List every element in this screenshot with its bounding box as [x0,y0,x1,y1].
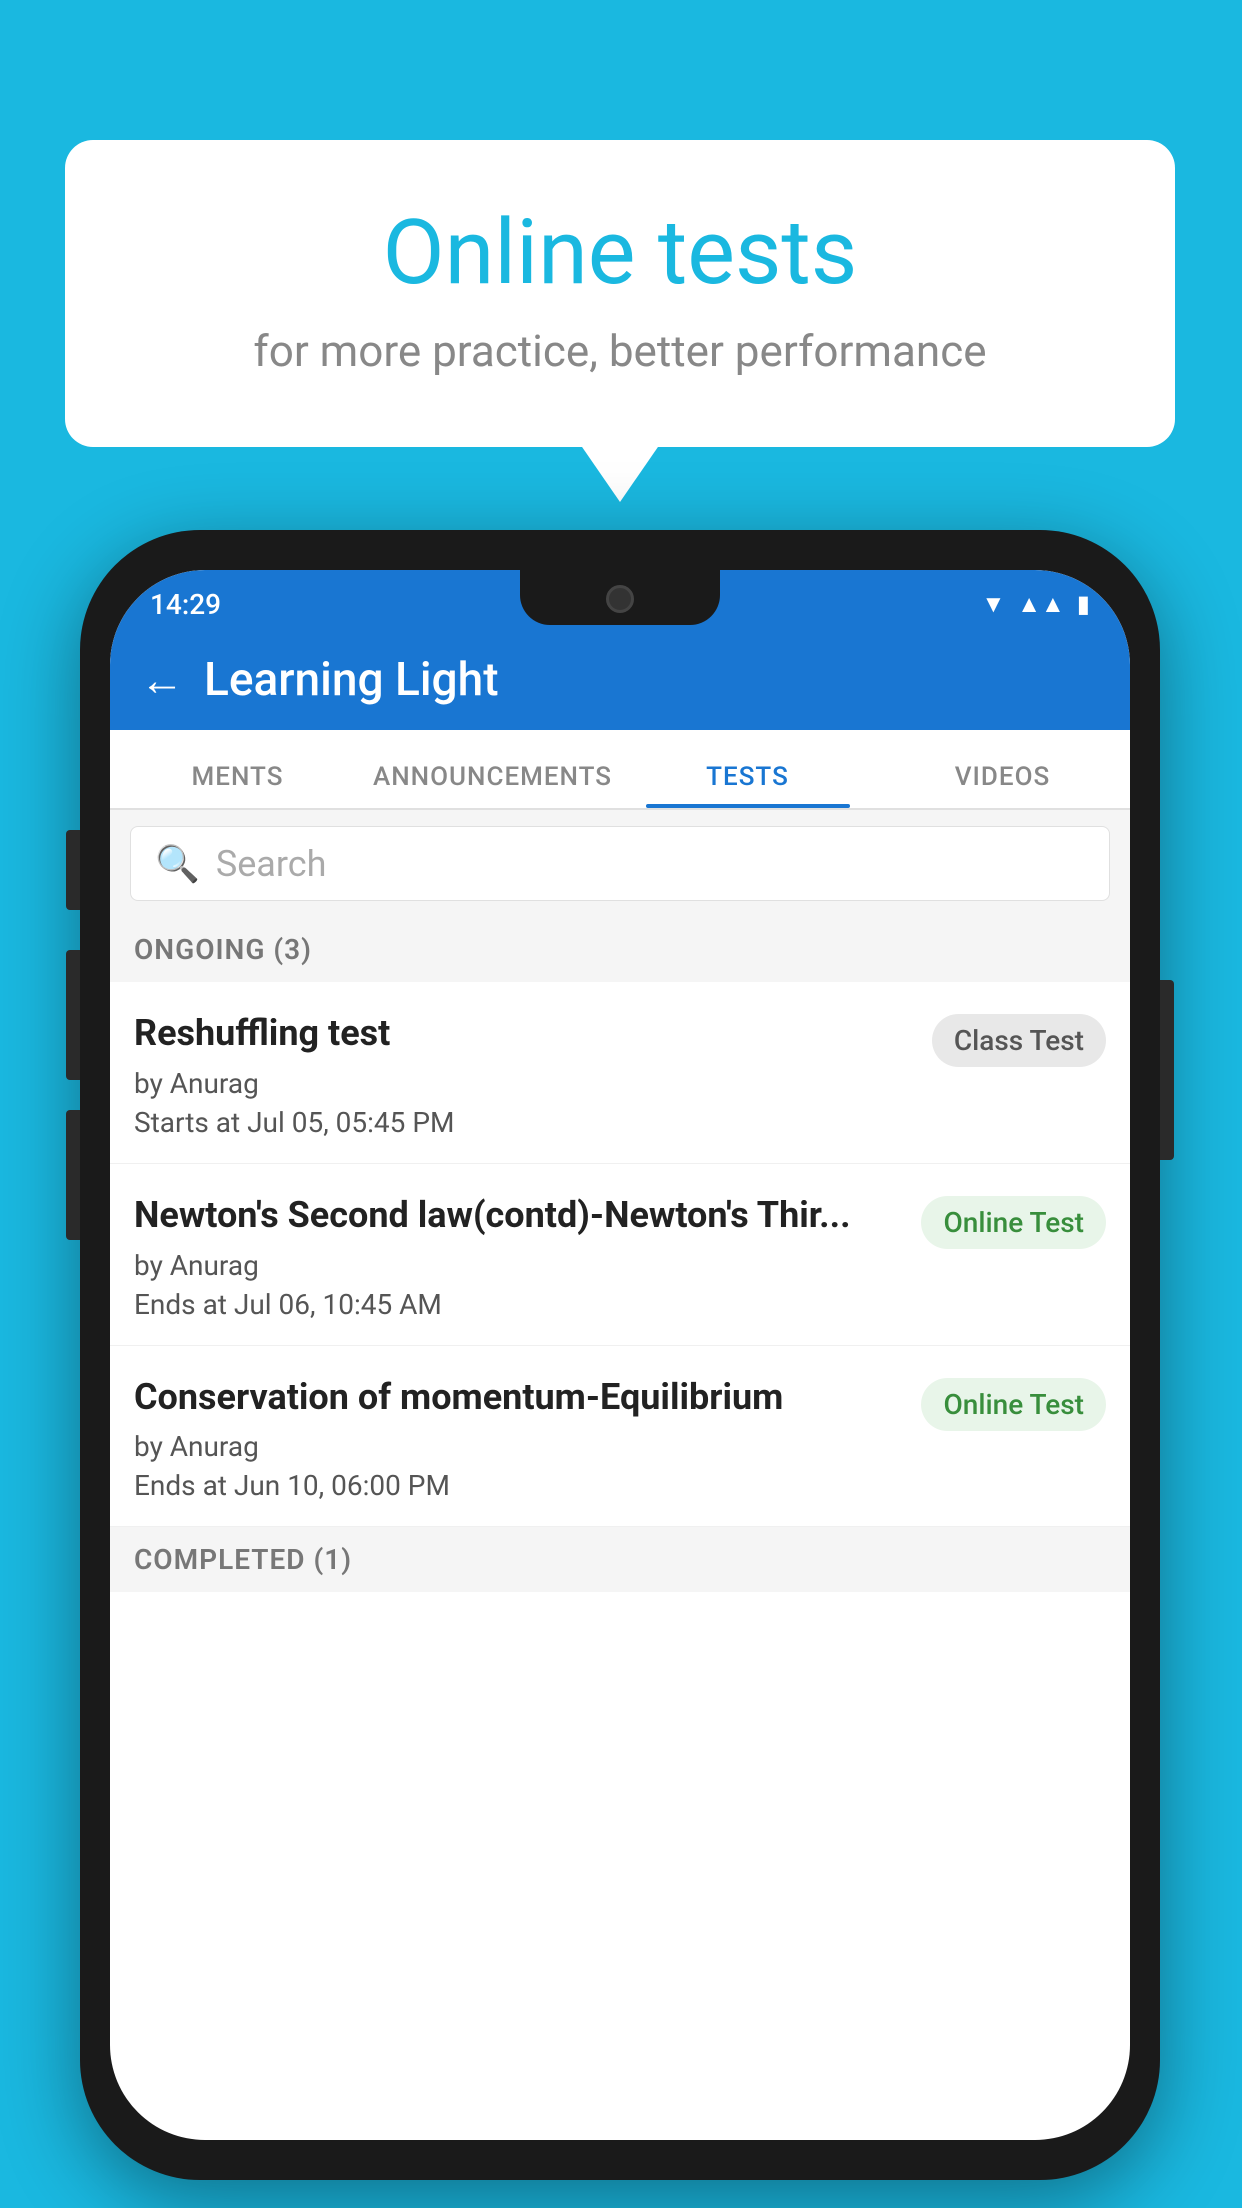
test-badge-1: Class Test [932,1014,1106,1067]
test-name-1: Reshuffling test [134,1010,916,1057]
test-author-1: by Anurag [134,1067,916,1100]
test-item-3[interactable]: Conservation of momentum-Equilibrium by … [110,1346,1130,1528]
search-placeholder: Search [216,843,327,885]
test-badge-3: Online Test [921,1378,1106,1431]
tab-announcements[interactable]: ANNOUNCEMENTS [365,762,620,808]
phone-screen: 14:29 ▼ ▲▲ ▮ ← Learning Light MENTS ANNO… [110,570,1130,2140]
test-date-3: Ends at Jun 10, 06:00 PM [134,1469,905,1502]
test-author-3: by Anurag [134,1430,905,1463]
speech-bubble-subtitle: for more practice, better performance [145,325,1095,377]
app-header: ← Learning Light [110,630,1130,730]
wifi-icon: ▼ [982,590,1006,619]
test-date-1: Starts at Jul 05, 05:45 PM [134,1106,916,1139]
back-button[interactable]: ← [140,654,184,706]
status-icons: ▼ ▲▲ ▮ [982,590,1091,619]
completed-section-header: COMPLETED (1) [110,1527,1130,1592]
signal-icon: ▲▲ [1017,590,1065,619]
test-item-1[interactable]: Reshuffling test by Anurag Starts at Jul… [110,982,1130,1164]
test-name-3: Conservation of momentum-Equilibrium [134,1374,905,1421]
side-button-volume-up [66,950,80,1080]
speech-bubble-title: Online tests [145,200,1095,305]
tab-tests[interactable]: TESTS [620,762,875,808]
search-container: 🔍 Search [110,810,1130,917]
search-bar[interactable]: 🔍 Search [130,826,1110,901]
battery-icon: ▮ [1077,590,1090,618]
test-name-2: Newton's Second law(contd)-Newton's Thir… [134,1192,905,1239]
status-time: 14:29 [150,588,221,621]
phone-container: 14:29 ▼ ▲▲ ▮ ← Learning Light MENTS ANNO… [80,530,1160,2180]
side-button-volume-down [66,1110,80,1240]
test-badge-2: Online Test [921,1196,1106,1249]
test-item-2[interactable]: Newton's Second law(contd)-Newton's Thir… [110,1164,1130,1346]
tab-ments[interactable]: MENTS [110,762,365,808]
test-author-2: by Anurag [134,1249,905,1282]
screen-content: 14:29 ▼ ▲▲ ▮ ← Learning Light MENTS ANNO… [110,570,1130,2140]
ongoing-section-header: ONGOING (3) [110,917,1130,982]
app-title: Learning Light [204,653,499,707]
search-icon: 🔍 [155,843,200,885]
test-info-2: Newton's Second law(contd)-Newton's Thir… [134,1192,905,1321]
side-button-volume-indicator [66,830,80,910]
phone-notch [520,570,720,625]
test-list: Reshuffling test by Anurag Starts at Jul… [110,982,1130,1527]
camera-icon [606,585,634,613]
test-info-1: Reshuffling test by Anurag Starts at Jul… [134,1010,916,1139]
test-info-3: Conservation of momentum-Equilibrium by … [134,1374,905,1503]
test-date-2: Ends at Jul 06, 10:45 AM [134,1288,905,1321]
speech-bubble: Online tests for more practice, better p… [65,140,1175,447]
tab-bar: MENTS ANNOUNCEMENTS TESTS VIDEOS [110,730,1130,810]
tab-videos[interactable]: VIDEOS [875,762,1130,808]
side-button-power [1160,980,1174,1160]
